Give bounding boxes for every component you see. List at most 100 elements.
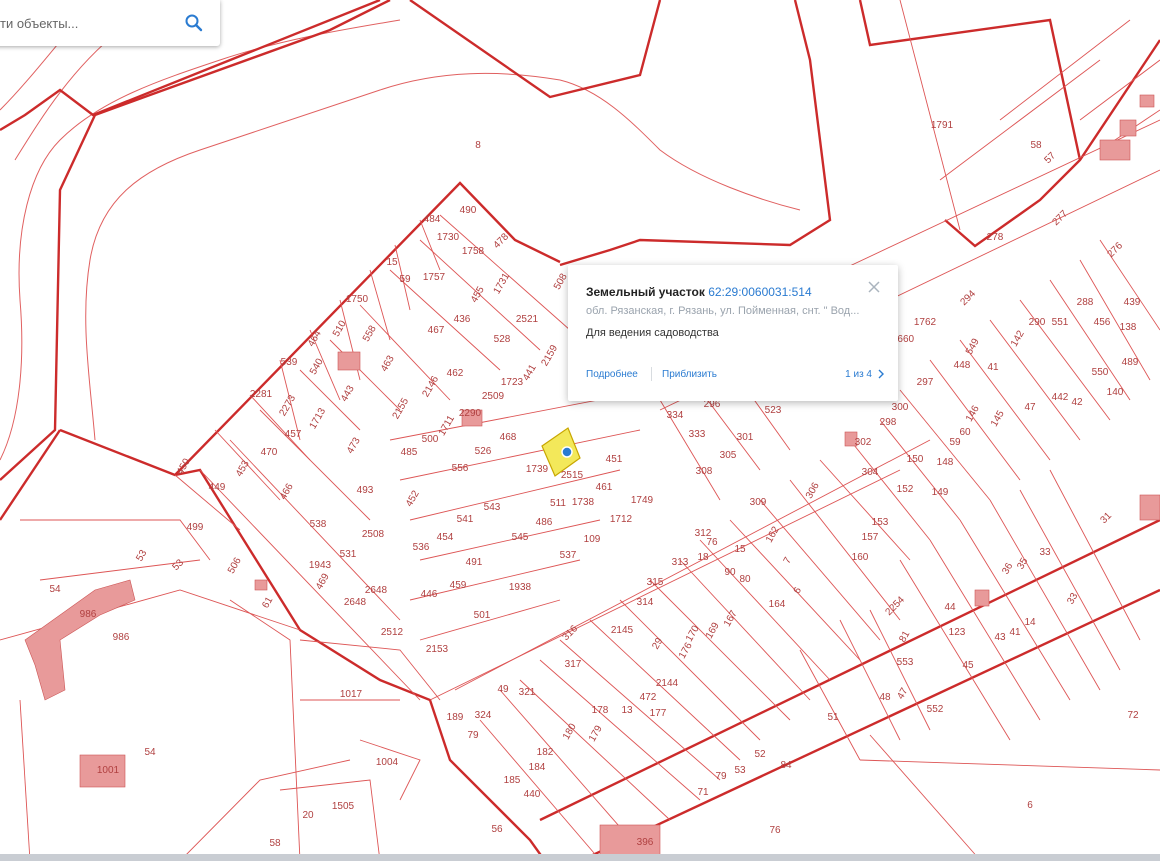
parcel-number-label: 553 (897, 657, 914, 668)
parcel-number-label: 57 (1042, 150, 1058, 166)
parcel-number-label: 499 (187, 522, 204, 533)
parcel-number-label: 2521 (516, 314, 539, 325)
parcel-number-label: 452 (404, 488, 422, 508)
parcel-number-label: 454 (437, 532, 454, 543)
parcel-number-label: 1750 (346, 294, 369, 305)
parcel-number-label: 1739 (526, 464, 549, 475)
parcel-number-label: 2159 (540, 343, 561, 368)
parcel-number-label: 145 (989, 408, 1007, 428)
search-icon[interactable] (183, 12, 205, 34)
parcel-number-label: 138 (1120, 322, 1137, 333)
close-icon[interactable] (866, 279, 882, 295)
parcel-number-label: 315 (647, 577, 664, 588)
parcel-number-label: 1017 (340, 689, 363, 700)
parcel-number-label: 72 (1127, 710, 1139, 721)
parcel-number-label: 472 (640, 692, 657, 703)
cadastral-map[interactable]: 8179158572782772764391384562885514895501… (0, 0, 1160, 861)
parcel-number-label: 53 (734, 765, 746, 776)
parcel-number-label: 511 (550, 498, 566, 509)
parcel-number-label: 396 (637, 837, 654, 848)
parcel-number-label: 51 (827, 712, 839, 723)
parcel-number-label: 298 (880, 417, 897, 428)
land-boundaries (0, 0, 1160, 861)
parcel-number-label: 54 (49, 584, 61, 595)
parcel-number-label: 15 (386, 257, 398, 268)
parcel-number-label: 149 (932, 487, 949, 498)
parcel-number-label: 146 (964, 403, 982, 423)
parcel-number-label: 53 (170, 557, 186, 573)
parcel-number-label: 549 (964, 336, 982, 356)
parcel-number-label: 1738 (572, 497, 595, 508)
parcel-number-label: 54 (144, 747, 156, 758)
parcel-number-label: 456 (1094, 317, 1111, 328)
parcel-number-label: 53 (134, 548, 149, 564)
popup-address: обл. Рязанская, г. Рязань, ул. Пойменная… (586, 305, 860, 317)
cadastral-number-link[interactable]: 62:29:0060031:514 (708, 285, 811, 299)
location-dot-icon[interactable] (561, 446, 573, 458)
parcel-number-label: 558 (361, 323, 379, 343)
parcel-number-label: 461 (596, 482, 613, 493)
parcel-number-label: 324 (475, 710, 492, 721)
parcel-number-label: 1730 (437, 232, 460, 243)
chevron-right-icon[interactable] (876, 368, 886, 380)
zoom-link[interactable]: Приблизить (662, 369, 717, 380)
parcel-number-label: 150 (907, 454, 924, 465)
parcel-number-label: 61 (260, 595, 275, 611)
parcel-number-label: 140 (1107, 387, 1124, 398)
parcel-number-label: 526 (475, 446, 492, 457)
search-input[interactable] (0, 10, 165, 36)
parcel-number-label: 18 (697, 552, 709, 563)
parcel-number-label: 321 (519, 687, 536, 698)
parcel-number-label: 473 (345, 435, 363, 455)
parcel-number-label: 1505 (332, 801, 355, 812)
parcel-number-label: 294 (958, 288, 978, 308)
parcel-number-label: 550 (1092, 367, 1109, 378)
parcel-number-label: 463 (379, 353, 397, 373)
parcel-number-label: 489 (1122, 357, 1139, 368)
parcel-number-label: 59 (949, 437, 961, 448)
parcel-number-label: 8 (475, 140, 481, 151)
parcel-number-label: 443 (339, 383, 357, 403)
parcel-number-label: 441 (521, 362, 539, 382)
parcel-number-label: 464 (306, 328, 324, 348)
parcel-number-label: 6 (792, 585, 805, 596)
parcel-number-label: 510 (331, 318, 349, 338)
parcel-number-label: 986 (80, 609, 97, 620)
parcel-number-label: 2648 (344, 597, 367, 608)
popup-purpose: Для ведения садоводства (586, 327, 719, 339)
parcel-number-label: 71 (697, 787, 709, 798)
parcel-number-label: 1791 (931, 120, 954, 131)
parcel-number-label: 484 (424, 214, 441, 225)
parcel-number-label: 1757 (423, 272, 446, 283)
parcel-number-label: 449 (209, 482, 226, 493)
parcel-number-label: 2509 (482, 391, 505, 402)
parcel-number-label: 20 (302, 810, 314, 821)
parcel-number-label: 2145 (611, 625, 634, 636)
parcel-number-label: 539 (281, 357, 298, 368)
parcel-number-label: 528 (494, 334, 511, 345)
parcel-number-label: 41 (1009, 627, 1021, 638)
parcel-number-label: 986 (113, 632, 130, 643)
parcel-number-label: 1731 (492, 271, 513, 296)
parcel-number-label: 490 (460, 205, 477, 216)
parcel-number-label: 1711 (437, 413, 457, 438)
parcel-number-label: 80 (739, 574, 751, 585)
parcel-number-label: 47 (1024, 402, 1036, 413)
parcel-number-label: 15 (734, 544, 746, 555)
parcel-number-label: 1758 (462, 246, 485, 257)
details-link[interactable]: Подробнее (586, 369, 638, 380)
parcel-number-label: 297 (917, 377, 934, 388)
parcel-number-label: 1938 (509, 582, 532, 593)
parcel-number-label: 457 (285, 429, 302, 440)
parcel-number-label: 1762 (914, 317, 937, 328)
parcel-number-label: 47 (895, 686, 910, 702)
parcel-number-label: 470 (261, 447, 278, 458)
parcel-number-label: 1749 (631, 495, 654, 506)
parcel-number-label: 314 (637, 597, 654, 608)
parcel-number-label: 2144 (656, 678, 679, 689)
parcel-number-label: 142 (1009, 328, 1027, 348)
parcel-number-label: 451 (606, 454, 623, 465)
parcel-number-label: 442 (1052, 392, 1069, 403)
parcel-number-label: 13 (621, 705, 633, 716)
parcel-number-label: 540 (308, 356, 326, 376)
